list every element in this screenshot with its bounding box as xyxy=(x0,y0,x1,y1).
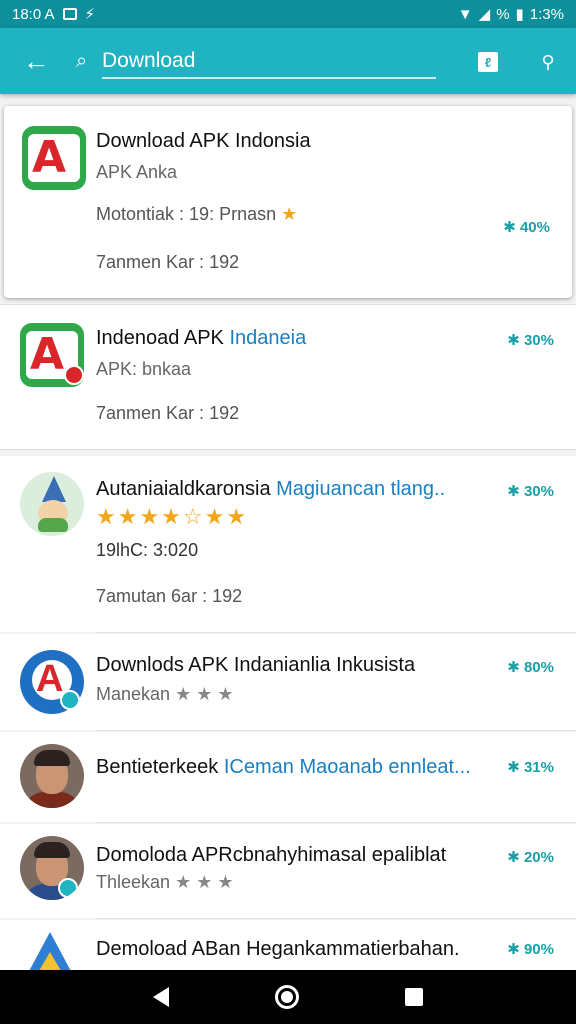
percent-value: 80% xyxy=(523,659,554,676)
result-title-highlight: Magiuancan tlang.. xyxy=(276,478,446,500)
system-nav-bar xyxy=(0,970,576,1024)
wizard-app-icon xyxy=(20,472,84,536)
percent-value: 30% xyxy=(523,483,554,500)
result-card-7[interactable]: Demoload ABan Hegankammatierbahan. ✱ 90% xyxy=(0,920,576,970)
result-title-text: Autaniaialdkaronsia xyxy=(96,478,271,500)
avatar xyxy=(20,744,84,808)
result-card-4[interactable]: A Downlods APK Indanianlia Inkusista Man… xyxy=(0,634,576,730)
result-title: Autaniaialdkaronsia Magiuancan tlang.. xyxy=(96,478,445,501)
status-bar: 18:0 A ⚡ ▼ ◢ % ▮ 1:3% xyxy=(0,0,576,28)
status-clock: 1:3% xyxy=(529,5,564,23)
divider xyxy=(96,822,576,823)
percent-value: 40% xyxy=(519,219,550,236)
avatar xyxy=(20,836,84,900)
result-title-highlight: Indaneia xyxy=(229,327,307,349)
search-icon: ⌕ xyxy=(76,49,88,72)
a-logo-icon: A xyxy=(32,132,67,183)
result-percent: ✱ 80% xyxy=(507,659,554,676)
result-percent: ✱ 40% xyxy=(503,219,550,236)
nav-home-icon[interactable] xyxy=(275,985,299,1009)
search-underline xyxy=(102,77,436,79)
result-meta-2: 7anmen Kar : 192 xyxy=(96,252,240,272)
percent-value: 90% xyxy=(523,941,554,958)
result-card-3[interactable]: Autaniaialdkaronsia Magiuancan tlang.. ★… xyxy=(0,456,576,632)
app-bar: ← ⌕ ℓ ⚲ xyxy=(0,28,576,94)
signal-icon: ◢ xyxy=(478,6,491,23)
apk-round-app-icon: A xyxy=(20,650,84,714)
result-subtitle: APK: bnkaa xyxy=(96,359,192,379)
a-logo-icon: A xyxy=(30,329,65,380)
back-arrow-icon[interactable]: ← xyxy=(16,41,56,81)
result-title-text: Indenoad APK xyxy=(96,327,224,349)
result-subtitle: APK Anka xyxy=(96,162,178,182)
result-title-highlight: ICeman Maoanab ennleat... xyxy=(223,756,471,778)
result-percent: ✱ 20% xyxy=(507,849,554,866)
nav-back-icon[interactable] xyxy=(153,987,169,1007)
result-meta-text: Motontiak : 19: Prnasn xyxy=(96,204,277,224)
divider xyxy=(96,730,576,731)
result-meta-2: 7amutan 6ar : 192 xyxy=(96,586,243,606)
divider xyxy=(96,918,576,919)
result-meta-2: 7anmen Kar : 192 xyxy=(96,403,240,423)
wizard-hat xyxy=(42,476,66,502)
rating-stars: ★★★★☆★★ xyxy=(96,504,249,529)
status-time: 18:0 A xyxy=(12,5,55,23)
nav-recents-icon[interactable] xyxy=(405,988,423,1006)
result-title-text: Bentieterkeek xyxy=(96,756,219,778)
badge-icon xyxy=(64,365,84,385)
apk-app-icon: A xyxy=(20,323,84,387)
result-percent: ✱ 30% xyxy=(507,483,554,500)
result-subtitle: Manekan xyxy=(96,684,171,704)
percent-value: 30% xyxy=(523,332,554,349)
rating-stars: ★ ★ ★ xyxy=(175,684,234,704)
result-title: Indenoad APK Indaneia xyxy=(96,327,306,350)
result-title: Domoloda APRcbnahyhimasal epaliblat xyxy=(96,844,447,866)
result-meta: 19lhC: 3:020 xyxy=(96,540,199,560)
percent-value: 20% xyxy=(523,849,554,866)
battery-icon: ▮ xyxy=(515,6,524,23)
wifi-icon: ▼ xyxy=(457,5,473,23)
result-subtitle-row: Thleekan ★ ★ ★ xyxy=(96,872,234,893)
result-title: Bentieterkeek ICeman Maoanab ennleat... xyxy=(96,756,471,779)
result-subtitle: Thleekan xyxy=(96,872,171,892)
result-card-2[interactable]: A Indenoad APK Indaneia APK: bnkaa ✱ 30%… xyxy=(0,304,576,450)
photo-notification-icon xyxy=(62,8,77,20)
result-percent: ✱ 30% xyxy=(507,332,554,349)
results-list: A Download APK Indonsia APK Anka Motonti… xyxy=(0,94,576,970)
bookmark-icon[interactable]: ℓ xyxy=(470,44,506,80)
avatar-shirt xyxy=(24,792,80,808)
rating-stars: ★ ★ ★ xyxy=(175,872,234,892)
result-card-5[interactable]: Bentieterkeek ICeman Maoanab ennleat... … xyxy=(0,732,576,822)
icon-triangle-inner xyxy=(36,952,64,970)
search-bar[interactable]: ⌕ xyxy=(76,39,436,83)
result-title: Download APK Indonsia xyxy=(96,130,311,152)
a-logo-icon: A xyxy=(36,658,64,700)
avatar-hair xyxy=(34,750,70,766)
result-percent: ✱ 31% xyxy=(507,759,554,776)
badge-icon xyxy=(60,690,80,710)
bolt-notification-icon: ⚡ xyxy=(84,6,96,23)
result-meta: Motontiak : 19: Prnasn ★ xyxy=(96,204,297,225)
result-percent: ✱ 90% xyxy=(507,941,554,958)
percent-value: 31% xyxy=(523,759,554,776)
search-input[interactable] xyxy=(102,49,432,73)
star-icon: ★ xyxy=(281,204,298,224)
divider xyxy=(96,632,576,633)
badge-icon xyxy=(58,878,78,898)
result-card-1[interactable]: A Download APK Indonsia APK Anka Motonti… xyxy=(4,106,572,298)
apk-app-icon: A xyxy=(22,126,86,190)
battery-percent: % xyxy=(496,5,510,23)
result-title: Downlods APK Indanianlia Inkusista xyxy=(96,654,416,676)
avatar-hair xyxy=(34,842,70,858)
result-card-6[interactable]: Domoloda APRcbnahyhimasal epaliblat Thle… xyxy=(0,824,576,918)
result-subtitle-row: Manekan ★ ★ ★ xyxy=(96,684,234,705)
wizard-body xyxy=(38,518,68,532)
share-icon[interactable]: ⚲ xyxy=(530,44,566,80)
triangle-app-icon xyxy=(18,930,82,970)
result-title: Demoload ABan Hegankammatierbahan. xyxy=(96,938,460,960)
